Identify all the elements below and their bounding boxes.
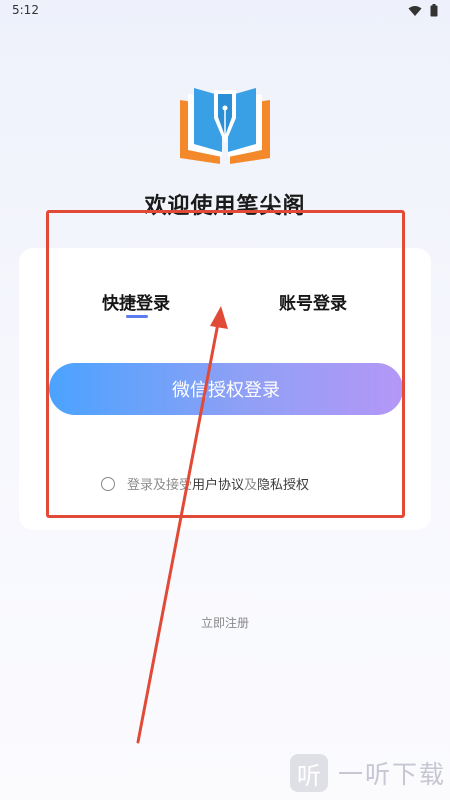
register-link[interactable]: 立即注册 xyxy=(0,614,450,631)
status-time: 5:12 xyxy=(12,3,39,17)
status-icons xyxy=(408,4,438,17)
watermark-badge-icon: 听 xyxy=(290,754,328,792)
status-bar: 5:12 xyxy=(0,0,450,22)
watermark-text: 一听下载 xyxy=(338,760,447,789)
app-logo-icon xyxy=(180,88,270,164)
battery-icon xyxy=(430,4,438,17)
annotation-highlight-box xyxy=(46,210,405,518)
wifi-icon xyxy=(408,5,422,16)
watermark: 听 一听下载 xyxy=(290,754,446,792)
